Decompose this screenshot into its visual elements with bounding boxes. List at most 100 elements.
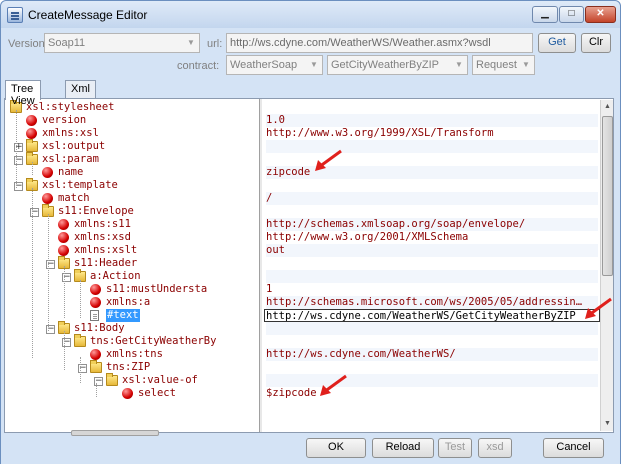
tree-node-label: xmlns:tns — [106, 348, 163, 360]
tree-row[interactable]: − xsl:value-of — [6, 373, 259, 387]
tree-node-value[interactable]: http://www.w3.org/2001/XMLSchema — [266, 231, 598, 244]
tree-row[interactable]: xsl:stylesheet — [6, 100, 259, 114]
tree-node-value[interactable] — [266, 374, 598, 387]
dialog-buttons: OK Reload Test xsd Cancel — [1, 437, 620, 464]
tree-row[interactable]: version — [6, 114, 259, 127]
tree-row[interactable]: xmlns:s11 — [6, 218, 259, 231]
value-edit-field[interactable]: http://ws.cdyne.com/WeatherWS/GetCityWea… — [264, 309, 600, 322]
tree-node-label: select — [138, 387, 176, 399]
tree-node-label: xmlns:xsd — [74, 231, 131, 243]
tree-connector — [64, 266, 65, 318]
vertical-scrollbar[interactable]: ▲ ▼ — [600, 100, 613, 431]
close-button[interactable]: ✕ — [585, 6, 616, 23]
tree-node-value[interactable] — [266, 257, 598, 270]
scroll-down-icon[interactable]: ▼ — [601, 417, 614, 431]
minimize-button[interactable]: ▁ — [532, 6, 558, 23]
operation-select[interactable]: GetCityWeatherByZIP ▼ — [327, 55, 468, 75]
tree-node-value[interactable] — [266, 179, 598, 192]
test-button[interactable]: Test — [438, 438, 472, 458]
message-value: Request — [476, 59, 517, 71]
tree-row[interactable]: xmlns:xsd — [6, 231, 259, 244]
version-select[interactable]: Soap11 ▼ — [44, 33, 200, 53]
contract-value: WeatherSoap — [230, 59, 298, 71]
contract-select[interactable]: WeatherSoap ▼ — [226, 55, 323, 75]
reload-button[interactable]: Reload — [372, 438, 434, 458]
app-icon — [7, 7, 23, 23]
url-input[interactable]: http://ws.cdyne.com/WeatherWS/Weather.as… — [226, 33, 533, 53]
message-settings: Version: Soap11 ▼ url: http://ws.cdyne.c… — [4, 29, 617, 77]
tree-row[interactable]: − xsl:template — [6, 178, 259, 192]
chevron-down-icon: ▼ — [455, 60, 463, 69]
tree-node-label: tns:GetCityWeatherBy — [90, 335, 217, 347]
version-label: Version: — [8, 38, 48, 50]
tree-connector — [96, 383, 97, 397]
tree-row[interactable]: − tns:GetCityWeatherBy — [6, 334, 259, 348]
tree-row[interactable]: − tns:ZIP — [6, 360, 259, 374]
folder-icon — [90, 360, 102, 373]
tab-xml[interactable]: Xml — [65, 80, 96, 99]
tree-node-label: name — [58, 166, 84, 178]
attribute-icon — [90, 297, 101, 308]
maximize-button[interactable]: □ — [559, 6, 584, 23]
tree-row[interactable]: − xsl:param — [6, 152, 259, 166]
tree-row[interactable]: xmlns:tns — [6, 348, 259, 361]
title-bar[interactable]: CreateMessage Editor ▁ □ ✕ — [1, 1, 620, 28]
tree-row[interactable]: name — [6, 166, 259, 179]
tree-node-value[interactable]: $zipcode — [266, 387, 598, 400]
tree-node-label: s11:Body — [74, 322, 125, 334]
annotation-arrow-icon — [320, 374, 347, 396]
tab-tree-view[interactable]: Tree View — [5, 80, 41, 107]
tree-node-label: #text — [106, 309, 140, 322]
tree-row[interactable]: + xsl:output — [6, 139, 259, 153]
tree-row[interactable]: − s11:Envelope — [6, 204, 259, 218]
tree-node-value[interactable]: out — [266, 244, 598, 257]
tree-node-value[interactable]: http://ws.cdyne.com/WeatherWS/ — [266, 348, 598, 361]
tree-row[interactable]: − s11:Body — [6, 321, 259, 335]
tree-node-value[interactable] — [266, 361, 598, 374]
tree-node-value[interactable] — [266, 205, 598, 218]
tree-node-value[interactable]: http://schemas.xmlsoap.org/soap/envelope… — [266, 218, 598, 231]
tree-node-value[interactable]: http://www.w3.org/1999/XSL/Transform — [266, 127, 598, 140]
tree-row[interactable]: − s11:Header — [6, 256, 259, 270]
tree-row[interactable]: select — [6, 387, 259, 400]
tree-node-value[interactable] — [266, 101, 598, 114]
horizontal-scrollbar[interactable] — [71, 430, 159, 436]
tree-node-value[interactable]: / — [266, 192, 598, 205]
tree-row[interactable]: − a:Action — [6, 269, 259, 283]
tree-node-value[interactable] — [266, 322, 598, 335]
window-title: CreateMessage Editor — [28, 8, 148, 22]
chevron-down-icon: ▼ — [522, 60, 530, 69]
message-select[interactable]: Request ▼ — [472, 55, 535, 75]
tree-row[interactable]: xmlns:a — [6, 296, 259, 309]
scroll-up-icon[interactable]: ▲ — [601, 100, 614, 114]
attribute-icon — [26, 115, 37, 126]
tree-connector — [80, 357, 81, 383]
xsd-button[interactable]: xsd — [478, 438, 512, 458]
tree-node-label: xsl:output — [42, 140, 106, 152]
scroll-thumb[interactable] — [602, 116, 613, 276]
tree-row[interactable]: xmlns:xsl — [6, 127, 259, 140]
cancel-button[interactable]: Cancel — [543, 438, 604, 458]
editor-window: CreateMessage Editor ▁ □ ✕ Version: Soap… — [0, 0, 621, 464]
tree-node-label: match — [58, 192, 90, 204]
tree-row[interactable]: s11:mustUndersta — [6, 283, 259, 296]
attribute-icon — [90, 349, 101, 360]
tree-node-value[interactable]: 1.0 — [266, 114, 598, 127]
tree-node-value[interactable] — [266, 270, 598, 283]
tree-node-value[interactable]: http://schemas.microsoft.com/ws/2005/05/… — [266, 296, 598, 309]
tree-node-label: xmlns:a — [106, 296, 151, 308]
tree-connector — [80, 280, 81, 318]
tree-connector — [48, 214, 49, 331]
clear-button[interactable]: Clr — [581, 33, 611, 53]
tree-row[interactable]: xmlns:xslt — [6, 244, 259, 257]
tree-node-value[interactable]: 1 — [266, 283, 598, 296]
text-node-icon — [90, 310, 99, 321]
tree-row[interactable]: #text — [6, 309, 259, 322]
tree-node-label: xsl:param — [42, 153, 99, 165]
version-value: Soap11 — [48, 37, 86, 49]
attribute-icon — [42, 167, 53, 178]
ok-button[interactable]: OK — [306, 438, 366, 458]
node-tree[interactable]: xsl:stylesheet version xmlns:xsl + xsl:outpu… — [6, 100, 259, 431]
tree-node-value[interactable] — [266, 335, 598, 348]
get-button[interactable]: Get — [538, 33, 576, 53]
